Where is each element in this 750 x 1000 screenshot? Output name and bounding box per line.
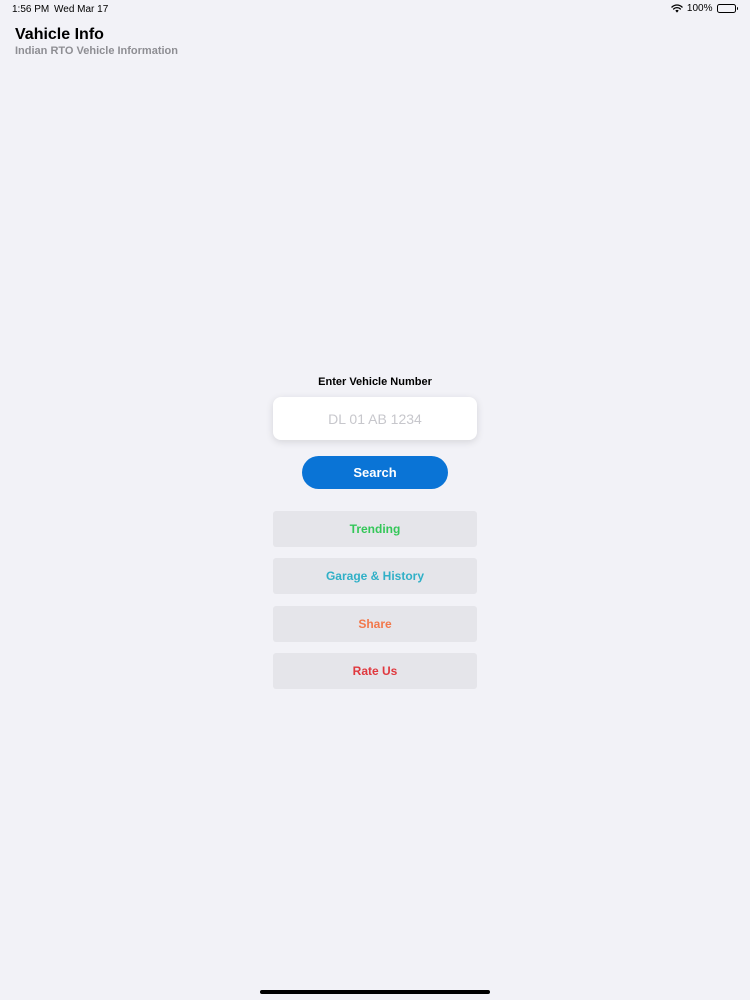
status-time: 1:56 PM bbox=[12, 4, 50, 15]
wifi-icon bbox=[671, 4, 683, 13]
battery-icon bbox=[716, 4, 738, 13]
search-button[interactable]: Search bbox=[302, 456, 448, 489]
home-indicator[interactable] bbox=[260, 990, 490, 994]
app-subtitle: Indian RTO Vehicle Information bbox=[15, 45, 178, 57]
app-title: Vahicle Info bbox=[15, 26, 104, 43]
battery-percent: 100% bbox=[686, 3, 713, 14]
vehicle-number-input[interactable] bbox=[273, 397, 477, 440]
status-bar: 1:56 PM Wed Mar 17 100% bbox=[0, 0, 750, 18]
share-button[interactable]: Share bbox=[273, 606, 477, 642]
rate-us-button[interactable]: Rate Us bbox=[273, 653, 477, 689]
vehicle-number-label: Enter Vehicle Number bbox=[318, 376, 432, 388]
trending-button[interactable]: Trending bbox=[273, 511, 477, 547]
status-indicators: 100% bbox=[671, 3, 738, 14]
status-date: Wed Mar 17 bbox=[54, 4, 109, 15]
app-header: Vahicle Info Indian RTO Vehicle Informat… bbox=[15, 26, 178, 57]
garage-history-button[interactable]: Garage & History bbox=[273, 558, 477, 594]
